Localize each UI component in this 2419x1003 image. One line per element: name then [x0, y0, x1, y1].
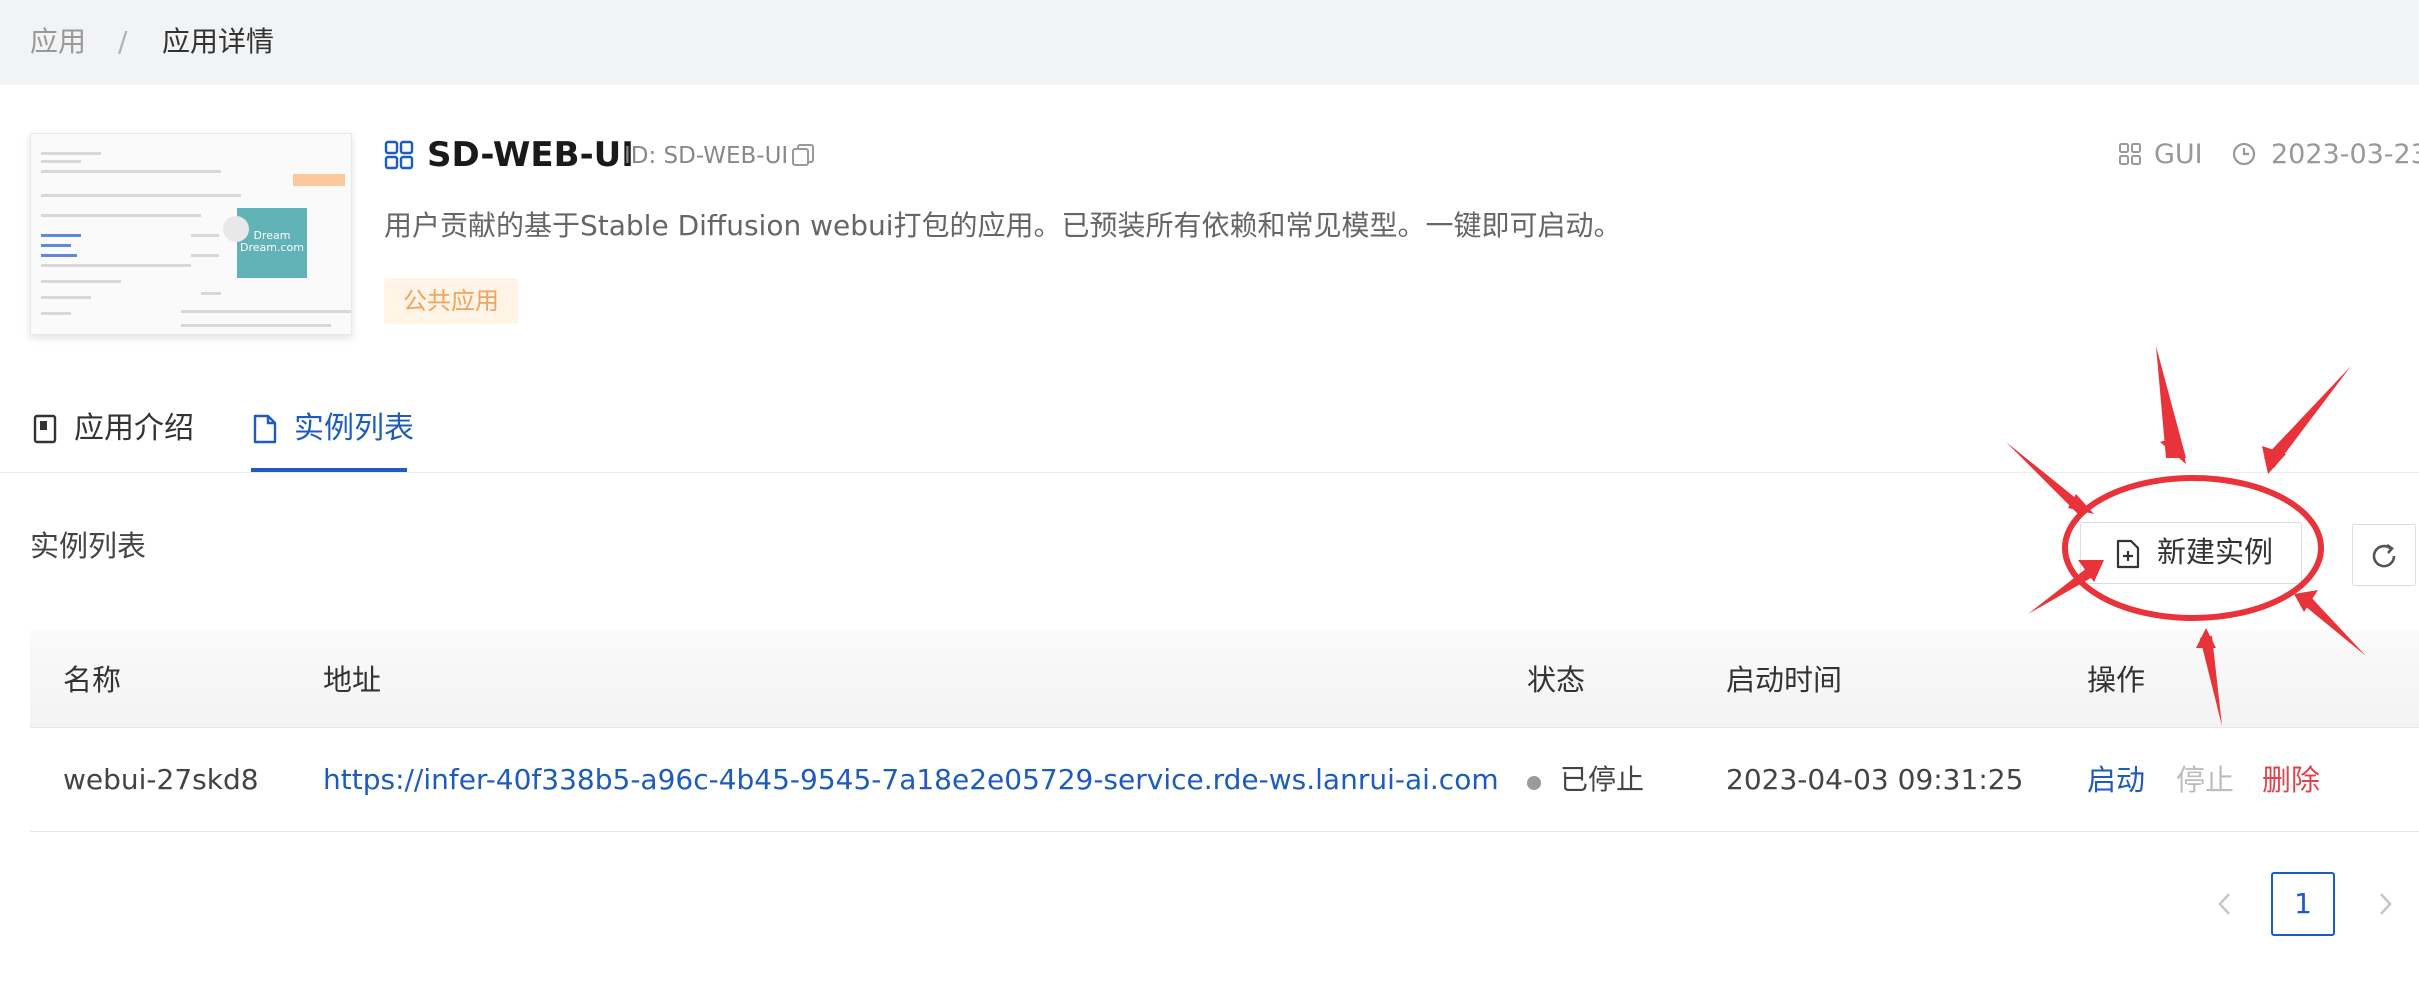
annotation-arrow	[2294, 590, 2318, 612]
header-actions: 操作	[2087, 663, 2146, 697]
annotation-arrow	[2156, 346, 2186, 458]
new-instance-label: 新建实例	[2157, 537, 2274, 569]
header-start-time: 启动时间	[1726, 663, 1843, 697]
annotation-arrow	[2068, 494, 2094, 514]
annotation-arrow	[2160, 436, 2186, 464]
header-name: 名称	[63, 663, 122, 697]
app-title: SD-WEB-UI	[427, 135, 634, 175]
page-number[interactable]: 1	[2271, 872, 2335, 936]
annotation-arrow	[2006, 442, 2088, 516]
book-icon	[33, 414, 57, 444]
app-id: ID: SD-WEB-UI	[624, 143, 789, 169]
stop-button[interactable]: 停止	[2176, 760, 2234, 800]
app-type: GUI	[2154, 139, 2203, 170]
header-status: 状态	[1527, 663, 1586, 697]
status-dot	[1527, 776, 1541, 790]
breadcrumb-separator: /	[118, 25, 128, 58]
chevron-left-icon[interactable]	[2210, 884, 2240, 924]
refresh-button[interactable]	[2352, 524, 2416, 586]
table-row: webui-27skd8 https://infer-40f338b5-a96c…	[30, 728, 2419, 832]
delete-button[interactable]: 删除	[2262, 760, 2320, 800]
new-instance-button[interactable]: 新建实例	[2080, 522, 2302, 584]
breadcrumb-bar: 应用 / 应用详情	[0, 0, 2419, 85]
copy-icon[interactable]	[790, 142, 816, 168]
annotation-arrow	[2264, 366, 2351, 468]
table-header: 名称 地址 状态 启动时间 操作	[30, 630, 2419, 728]
apps-icon	[384, 140, 414, 170]
tab-divider	[0, 472, 2419, 473]
section-title: 实例列表	[30, 529, 147, 563]
header-address: 地址	[323, 663, 382, 697]
file-icon	[253, 414, 277, 444]
chevron-right-icon[interactable]	[2370, 884, 2400, 924]
grid-icon	[2119, 143, 2141, 165]
annotation-overlay	[2006, 346, 2366, 726]
instance-start-time: 2023-04-03 09:31:25	[1726, 763, 2024, 796]
app-tag: 公共应用	[384, 278, 518, 324]
breadcrumb-current: 应用详情	[162, 25, 275, 58]
tab-intro[interactable]: 应用介绍	[74, 408, 194, 450]
app-date: 2023-03-23	[2271, 139, 2419, 170]
annotation-arrow	[2262, 446, 2286, 474]
instance-status: 已停止	[1560, 763, 1645, 796]
app-thumbnail: Dream Dream.com	[30, 133, 352, 335]
breadcrumb-parent[interactable]: 应用	[30, 22, 86, 62]
refresh-icon	[2372, 543, 2396, 568]
instance-address-link[interactable]: https://infer-40f338b5-a96c-4b45-9545-7a…	[323, 760, 1499, 800]
start-button[interactable]: 启动	[2087, 760, 2145, 800]
clock-icon	[2232, 142, 2256, 166]
file-plus-icon	[2116, 539, 2140, 569]
instance-name: webui-27skd8	[63, 763, 259, 796]
app-description: 用户贡献的基于Stable Diffusion webui打包的应用。已预装所有…	[384, 209, 1622, 242]
tab-instance-list[interactable]: 实例列表	[294, 408, 414, 450]
